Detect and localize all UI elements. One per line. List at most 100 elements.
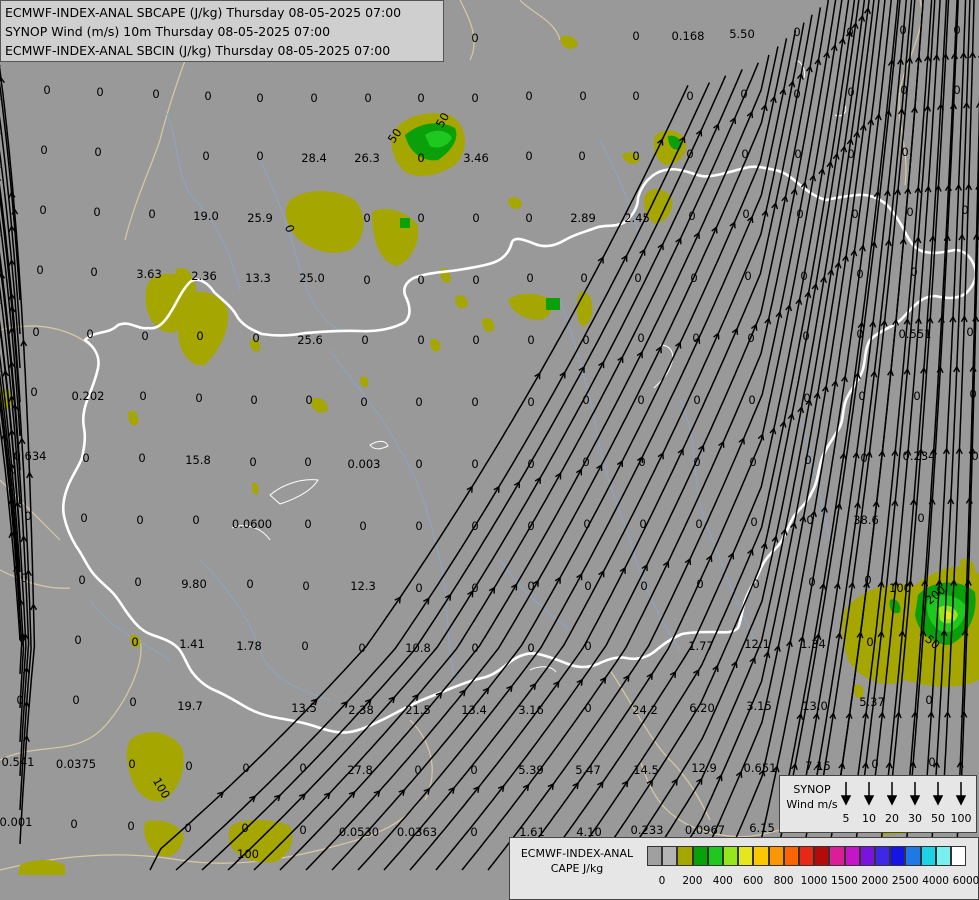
- cin-value: 0: [864, 573, 871, 587]
- cin-value: 3.15: [746, 699, 772, 713]
- cape-legend-label: 800: [773, 875, 794, 887]
- cin-value: 0.551: [899, 327, 932, 341]
- synop-speed-30: 30: [908, 812, 922, 825]
- cin-value: 0: [750, 515, 757, 529]
- cape-swatch: [753, 846, 769, 866]
- cin-value: 2.36: [191, 269, 217, 283]
- cin-value: 0: [752, 577, 759, 591]
- cin-value: 12.3: [350, 579, 376, 593]
- synop-speed-100: 100: [950, 812, 972, 825]
- cin-value: 0: [583, 517, 590, 531]
- synop-legend-arrows: [840, 782, 967, 806]
- cin-value: 0.202: [72, 389, 105, 403]
- cin-value: 0: [141, 329, 148, 343]
- cin-value: 0: [744, 269, 751, 283]
- cin-value: 13.5: [291, 701, 317, 715]
- cin-value: 0: [359, 519, 366, 533]
- cin-value: 0: [692, 331, 699, 345]
- cin-value: 25.6: [297, 333, 323, 347]
- cin-value: 0: [578, 149, 585, 163]
- cin-value: 14.5: [633, 763, 659, 777]
- cin-value: 0: [16, 693, 23, 707]
- cin-value: 0: [204, 89, 211, 103]
- cin-value: 0: [96, 85, 103, 99]
- cin-value: 0: [794, 147, 801, 161]
- cin-value: 0: [148, 207, 155, 221]
- cin-value: 0: [196, 329, 203, 343]
- cin-value: 0.0600: [232, 517, 272, 531]
- cin-value: 0.651: [744, 761, 777, 775]
- cin-value: 0: [866, 635, 873, 649]
- cin-value: 7.15: [805, 759, 831, 773]
- cape-swatch: [951, 846, 967, 866]
- cin-value: 2.45: [624, 211, 650, 225]
- cin-value: 0: [847, 85, 854, 99]
- cape-legend-label: 0: [658, 875, 666, 887]
- map-title-box: ECMWF-INDEX-ANAL SBCAPE (J/kg) Thursday …: [0, 0, 444, 62]
- cin-value: 0: [256, 91, 263, 105]
- cin-value: 0: [471, 91, 478, 105]
- cape-swatch: [768, 846, 784, 866]
- cin-value: 0: [250, 393, 257, 407]
- cape-swatch: [662, 846, 678, 866]
- cin-value: 0: [526, 271, 533, 285]
- cape-legend-label: 1000: [800, 875, 828, 887]
- cape-legend-label: 1500: [831, 875, 858, 887]
- cape-legend-label: 600: [743, 875, 764, 887]
- cin-value: 0: [969, 387, 976, 401]
- cin-value: 0: [80, 511, 87, 525]
- cin-value: 0: [192, 513, 199, 527]
- cin-value: 0: [740, 87, 747, 101]
- cin-value: 19.0: [193, 209, 219, 223]
- cin-value: 0: [138, 451, 145, 465]
- cape-swatch: [859, 846, 875, 866]
- weather-map: 0 0.168 5.50 0 0 0 0 0 0 0 0 0 0 0 0 0 0 0 0 0 0 0 0 0 0 0 0 0 0 0 0 0 2…: [0, 0, 979, 900]
- cin-value: 0: [417, 273, 424, 287]
- cin-value: 1.77: [688, 639, 714, 653]
- cin-value: 0: [910, 265, 917, 279]
- cin-value: 0: [249, 455, 256, 469]
- cin-value: 0: [690, 271, 697, 285]
- cin-value: 0: [584, 579, 591, 593]
- cin-value: 19.7: [177, 699, 203, 713]
- cape-swatch: [844, 846, 860, 866]
- cin-value: 0: [686, 89, 693, 103]
- cin-value: 0: [472, 211, 479, 225]
- cin-value: 0: [804, 453, 811, 467]
- cin-value: 0: [36, 263, 43, 277]
- cin-value: 0: [471, 641, 478, 655]
- cin-value: 0: [43, 83, 50, 97]
- cin-value: 0: [305, 393, 312, 407]
- title-sbcape: ECMWF-INDEX-ANAL SBCAPE (J/kg) Thursday …: [5, 5, 402, 20]
- cin-value: 0: [195, 391, 202, 405]
- cin-value: 0: [78, 573, 85, 587]
- cin-value: 0: [582, 455, 589, 469]
- cin-value: 13.0: [802, 699, 828, 713]
- cin-value: 0: [906, 205, 913, 219]
- cin-value: 0.541: [2, 755, 35, 769]
- cin-value: 0: [686, 147, 693, 161]
- cin-value: 26.3: [354, 151, 380, 165]
- cin-value: 100: [889, 581, 911, 595]
- cin-value: 24.2: [632, 703, 658, 717]
- cin-value: 0: [525, 89, 532, 103]
- cin-value: 0: [364, 91, 371, 105]
- cin-value: 0: [417, 333, 424, 347]
- cin-value: 3.46: [463, 151, 489, 165]
- cape-swatch: [677, 846, 693, 866]
- cin-value: 0: [527, 395, 534, 409]
- cin-value: 0: [847, 147, 854, 161]
- cin-value: 13.4: [461, 703, 487, 717]
- cin-value: 28.4: [301, 151, 327, 165]
- cin-value: 5.47: [575, 763, 601, 777]
- cin-value: 0: [30, 385, 37, 399]
- cin-value: 0: [900, 83, 907, 97]
- cin-value: 0: [527, 333, 534, 347]
- cin-value: 0: [136, 513, 143, 527]
- cin-value: 0: [871, 757, 878, 771]
- cape-swatch: [707, 846, 723, 866]
- cin-value: 0: [185, 759, 192, 773]
- cin-value: 0: [846, 25, 853, 39]
- cin-value: 12.1: [744, 637, 770, 651]
- cin-value: 0: [638, 455, 645, 469]
